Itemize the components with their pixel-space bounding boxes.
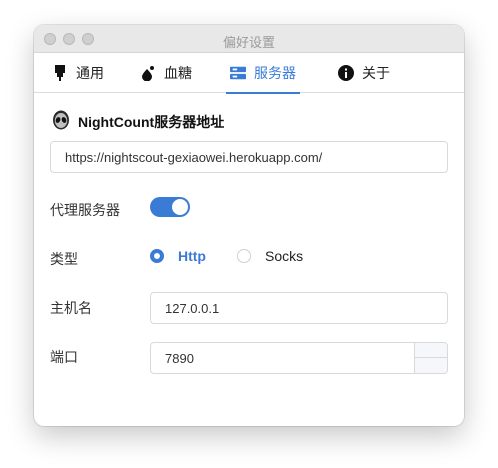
tab-bar: 通用 血糖 服务器 关于 [34, 53, 464, 94]
tab-label: 关于 [362, 65, 390, 81]
radio-dot [150, 249, 164, 263]
port-stepper [150, 342, 448, 374]
tab-glucose[interactable]: 血糖 [140, 53, 192, 93]
stepper-buttons [414, 343, 447, 373]
proxy-label: 代理服务器 [50, 202, 120, 218]
tab-server[interactable]: 服务器 [226, 53, 300, 94]
radio-http[interactable]: Http [150, 248, 206, 264]
tab-about[interactable]: 关于 [338, 53, 390, 93]
preferences-window: 偏好设置 通用 血糖 服务器 关于 NightCount服务器地址 https:… [34, 25, 464, 426]
section-title: NightCount服务器地址 [78, 113, 225, 130]
alien-icon [52, 110, 70, 133]
proxy-toggle[interactable] [150, 197, 190, 217]
toggle-knob [172, 199, 188, 215]
plug-icon [52, 65, 68, 81]
tab-general[interactable]: 通用 [52, 53, 104, 93]
port-input[interactable] [151, 343, 415, 373]
server-icon [230, 65, 246, 81]
info-icon [338, 65, 354, 81]
title-bar: 偏好设置 [34, 25, 464, 53]
radio-label: Http [178, 248, 206, 264]
host-input[interactable] [150, 292, 448, 324]
radio-socks[interactable]: Socks [237, 248, 303, 264]
decrement-button[interactable] [415, 358, 447, 373]
port-label: 端口 [50, 349, 78, 365]
tab-label: 血糖 [164, 65, 192, 81]
drop-icon [140, 65, 156, 81]
tab-label: 通用 [76, 65, 104, 81]
increment-button[interactable] [415, 343, 447, 358]
radio-label: Socks [265, 248, 304, 264]
window-title: 偏好设置 [222, 35, 275, 50]
server-address-heading: NightCount服务器地址 [52, 110, 224, 133]
host-label: 主机名 [50, 300, 92, 316]
tab-label: 服务器 [254, 65, 296, 81]
server-url-input[interactable] [50, 141, 448, 173]
radio-dot [237, 249, 251, 263]
type-label: 类型 [50, 251, 78, 267]
